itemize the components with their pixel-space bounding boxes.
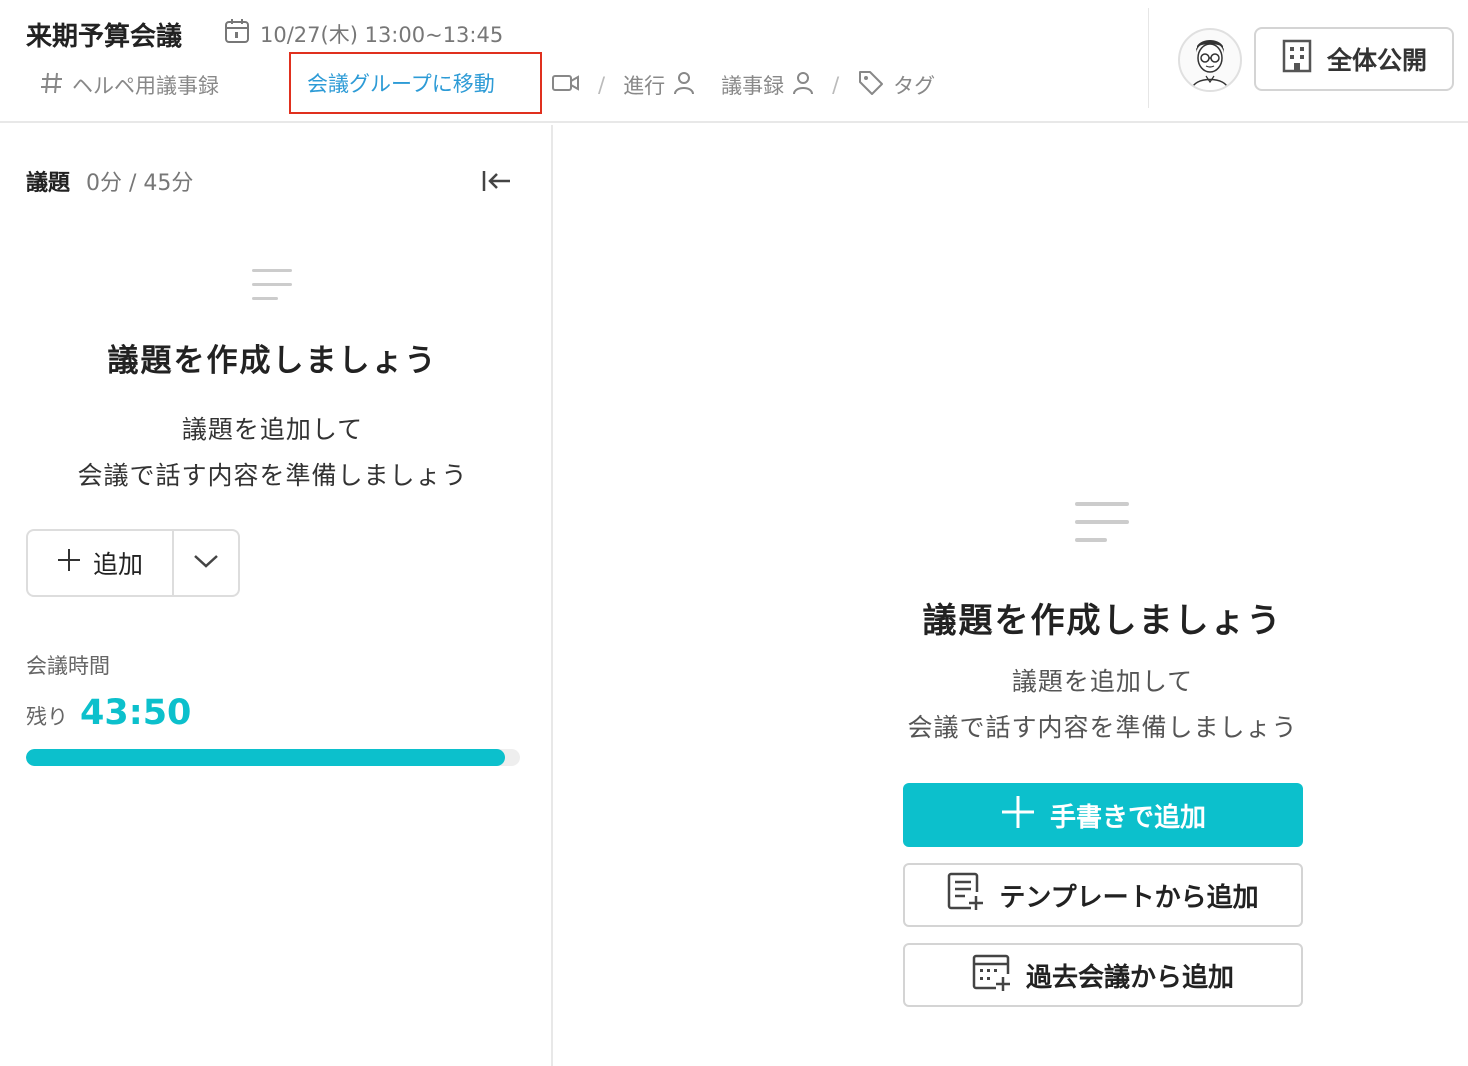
- empty-list-icon: [252, 267, 294, 307]
- remaining-label: 残り: [26, 705, 68, 729]
- template-label: テンプレートから追加: [999, 882, 1259, 913]
- avatar[interactable]: [1178, 28, 1242, 92]
- past-meeting-label: 過去会議から追加: [1025, 962, 1234, 993]
- agenda-label: 議題: [26, 171, 71, 196]
- remaining-time: 残り 43:50: [26, 693, 191, 733]
- add-agenda-button[interactable]: 追加: [28, 531, 174, 595]
- progress-fill: [26, 749, 506, 766]
- tag-icon: [857, 69, 885, 102]
- template-add-icon: [947, 872, 985, 919]
- hash-icon: [40, 71, 64, 100]
- calendar-icon: [224, 18, 250, 49]
- add-from-template-button[interactable]: テンプレートから追加: [903, 863, 1303, 927]
- agenda-header: 議題 0分 / 45分: [26, 165, 193, 197]
- header-divider: [1148, 8, 1149, 108]
- meeting-time-label: 会議時間: [26, 654, 110, 678]
- datetime-text: 10/27(木) 13:00~13:45: [260, 22, 504, 47]
- add-agenda-dropdown[interactable]: [174, 531, 238, 595]
- agenda-main: 議題を作成しましょう 議題を追加して 会議で話す内容を準備しましょう 手書きで追…: [555, 125, 1468, 1066]
- public-button-label: 全体公開: [1326, 46, 1427, 75]
- empty-state-description: 議題を追加して 会議で話す内容を準備しましょう: [0, 407, 545, 499]
- calendar-add-icon: [972, 952, 1012, 999]
- progress-label: 進行: [623, 74, 666, 98]
- plus-icon: [1000, 794, 1036, 837]
- handwrite-label: 手書きで追加: [1049, 802, 1206, 833]
- tag-label: タグ: [893, 74, 936, 98]
- add-handwritten-button[interactable]: 手書きで追加: [903, 783, 1303, 847]
- empty-desc-line-1: 議題を追加して: [1011, 667, 1194, 696]
- separator: /: [598, 73, 606, 97]
- meeting-datetime[interactable]: 10/27(木) 13:00~13:45: [224, 18, 503, 49]
- add-label: 追加: [92, 550, 143, 579]
- empty-state-title: 議題を作成しましょう: [922, 601, 1283, 641]
- collapse-sidebar-icon[interactable]: [480, 165, 512, 197]
- agenda-sidebar: 議題 0分 / 45分 議題を作成しましょう 議題を追加して 会議で話す内容を準…: [0, 125, 553, 1066]
- separator: /: [832, 73, 840, 97]
- empty-list-icon: [1075, 500, 1131, 548]
- minutes-label: 議事録: [721, 74, 785, 98]
- add-agenda-split-button: 追加: [26, 529, 240, 597]
- empty-state-title: 議題を作成しましょう: [107, 343, 438, 379]
- agenda-time-total: 0分 / 45分: [86, 171, 194, 196]
- empty-state-description: 議題を追加して 会議で話す内容を準備しましょう: [875, 659, 1330, 751]
- channel-name: ヘルペ用議事録: [72, 74, 219, 98]
- channel-link[interactable]: ヘルペ用議事録: [40, 70, 219, 100]
- remaining-progress-bar: [26, 749, 520, 766]
- remaining-value: 43:50: [80, 693, 192, 733]
- group-link[interactable]: 会議グループに移動: [289, 52, 542, 114]
- meeting-title[interactable]: 来期予算会議: [26, 16, 182, 53]
- empty-desc-line-1: 議題を追加して: [181, 415, 364, 444]
- tag-field[interactable]: タグ: [857, 69, 935, 102]
- minutes-taker-field[interactable]: 議事録: [721, 70, 814, 100]
- plus-icon: [57, 548, 81, 578]
- meeting-header: 来期予算会議 10/27(木) 13:00~13:45 ヘルペ用議事録 会議グル…: [0, 0, 1468, 123]
- public-visibility-button[interactable]: 全体公開: [1254, 27, 1454, 91]
- meeting-meta-row: ヘルペ用議事録: [40, 68, 219, 102]
- empty-desc-line-2: 会議で話す内容を準備しましょう: [907, 713, 1298, 742]
- video-icon[interactable]: [552, 73, 580, 98]
- empty-desc-line-2: 会議で話す内容を準備しましょう: [77, 461, 468, 490]
- person-icon: [673, 71, 695, 100]
- building-icon: [1281, 39, 1313, 79]
- add-from-past-meeting-button[interactable]: 過去会議から追加: [903, 943, 1303, 1007]
- facilitator-field[interactable]: 進行: [623, 70, 695, 100]
- chevron-down-icon: [193, 553, 219, 573]
- person-icon: [792, 71, 814, 100]
